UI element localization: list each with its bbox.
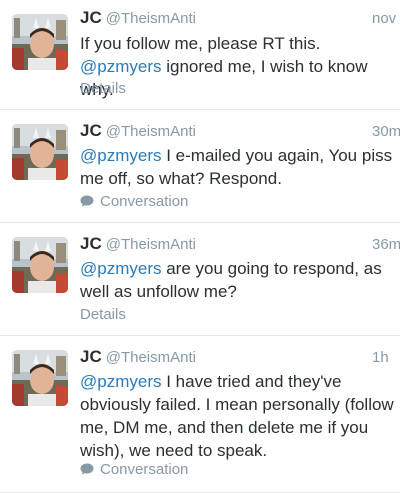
tweet[interactable]: JC @TheismAnti 36m @pzmyers are you going… [0,223,400,336]
tweet[interactable]: JC @TheismAnti 30m @pzmyers I e-mailed yo… [0,110,400,223]
conversation-link[interactable]: Conversation [80,192,188,212]
user-handle[interactable]: @TheismAnti [106,236,196,253]
tweet[interactable]: JC @TheismAnti nov If you follow me, plea… [0,0,400,110]
tweet-text: @pzmyers I have tried and they've obviou… [80,370,396,462]
tweet-timestamp[interactable]: 1h [372,349,400,366]
tweet-timestamp[interactable]: 30m [372,123,400,140]
avatar-photo-icon [12,350,68,406]
details-label: Details [80,80,126,97]
tweet-header: JC @TheismAnti 36m [80,234,400,256]
mention-link[interactable]: @pzmyers [80,259,162,278]
tweet-header: JC @TheismAnti nov [80,8,400,30]
avatar-photo-icon [12,237,68,293]
user-fullname[interactable]: JC [80,8,102,27]
conversation-bubble-icon [80,195,94,207]
mention-link[interactable]: @pzmyers [80,57,162,76]
avatar[interactable] [12,350,68,406]
conversation-link[interactable]: Conversation [80,460,188,480]
details-link[interactable]: Details [80,305,126,325]
details-link[interactable]: Details [80,79,126,99]
conversation-label: Conversation [100,461,189,478]
avatar-photo-icon [12,124,68,180]
user-handle[interactable]: @TheismAnti [106,123,196,140]
mention-link[interactable]: @pzmyers [80,372,162,391]
avatar[interactable] [12,14,68,70]
user-fullname[interactable]: JC [80,121,102,140]
tweet[interactable]: JC @TheismAnti 1h @pzmyers I have tried a… [0,336,400,493]
tweet-timestamp[interactable]: 36m [372,236,400,253]
tweet-header: JC @TheismAnti 1h [80,347,400,369]
details-label: Details [80,306,126,323]
tweet-text: @pzmyers are you going to respond, as we… [80,257,396,303]
tweet-timestamp[interactable]: nov [372,10,400,27]
tweet-text-part: If you follow me, please RT this. [80,34,321,53]
tweet-text: @pzmyers I e-mailed you again, You piss … [80,144,396,190]
user-handle[interactable]: @TheismAnti [106,10,196,27]
avatar-photo-icon [12,14,68,70]
conversation-label: Conversation [100,193,189,210]
user-fullname[interactable]: JC [80,347,102,366]
mention-link[interactable]: @pzmyers [80,146,162,165]
user-handle[interactable]: @TheismAnti [106,349,196,366]
tweet-text: If you follow me, please RT this. @pzmye… [80,32,396,101]
user-fullname[interactable]: JC [80,234,102,253]
avatar[interactable] [12,237,68,293]
conversation-bubble-icon [80,463,94,475]
avatar[interactable] [12,124,68,180]
tweet-header: JC @TheismAnti 30m [80,121,400,143]
tweet-timeline: JC @TheismAnti nov If you follow me, plea… [0,0,400,493]
